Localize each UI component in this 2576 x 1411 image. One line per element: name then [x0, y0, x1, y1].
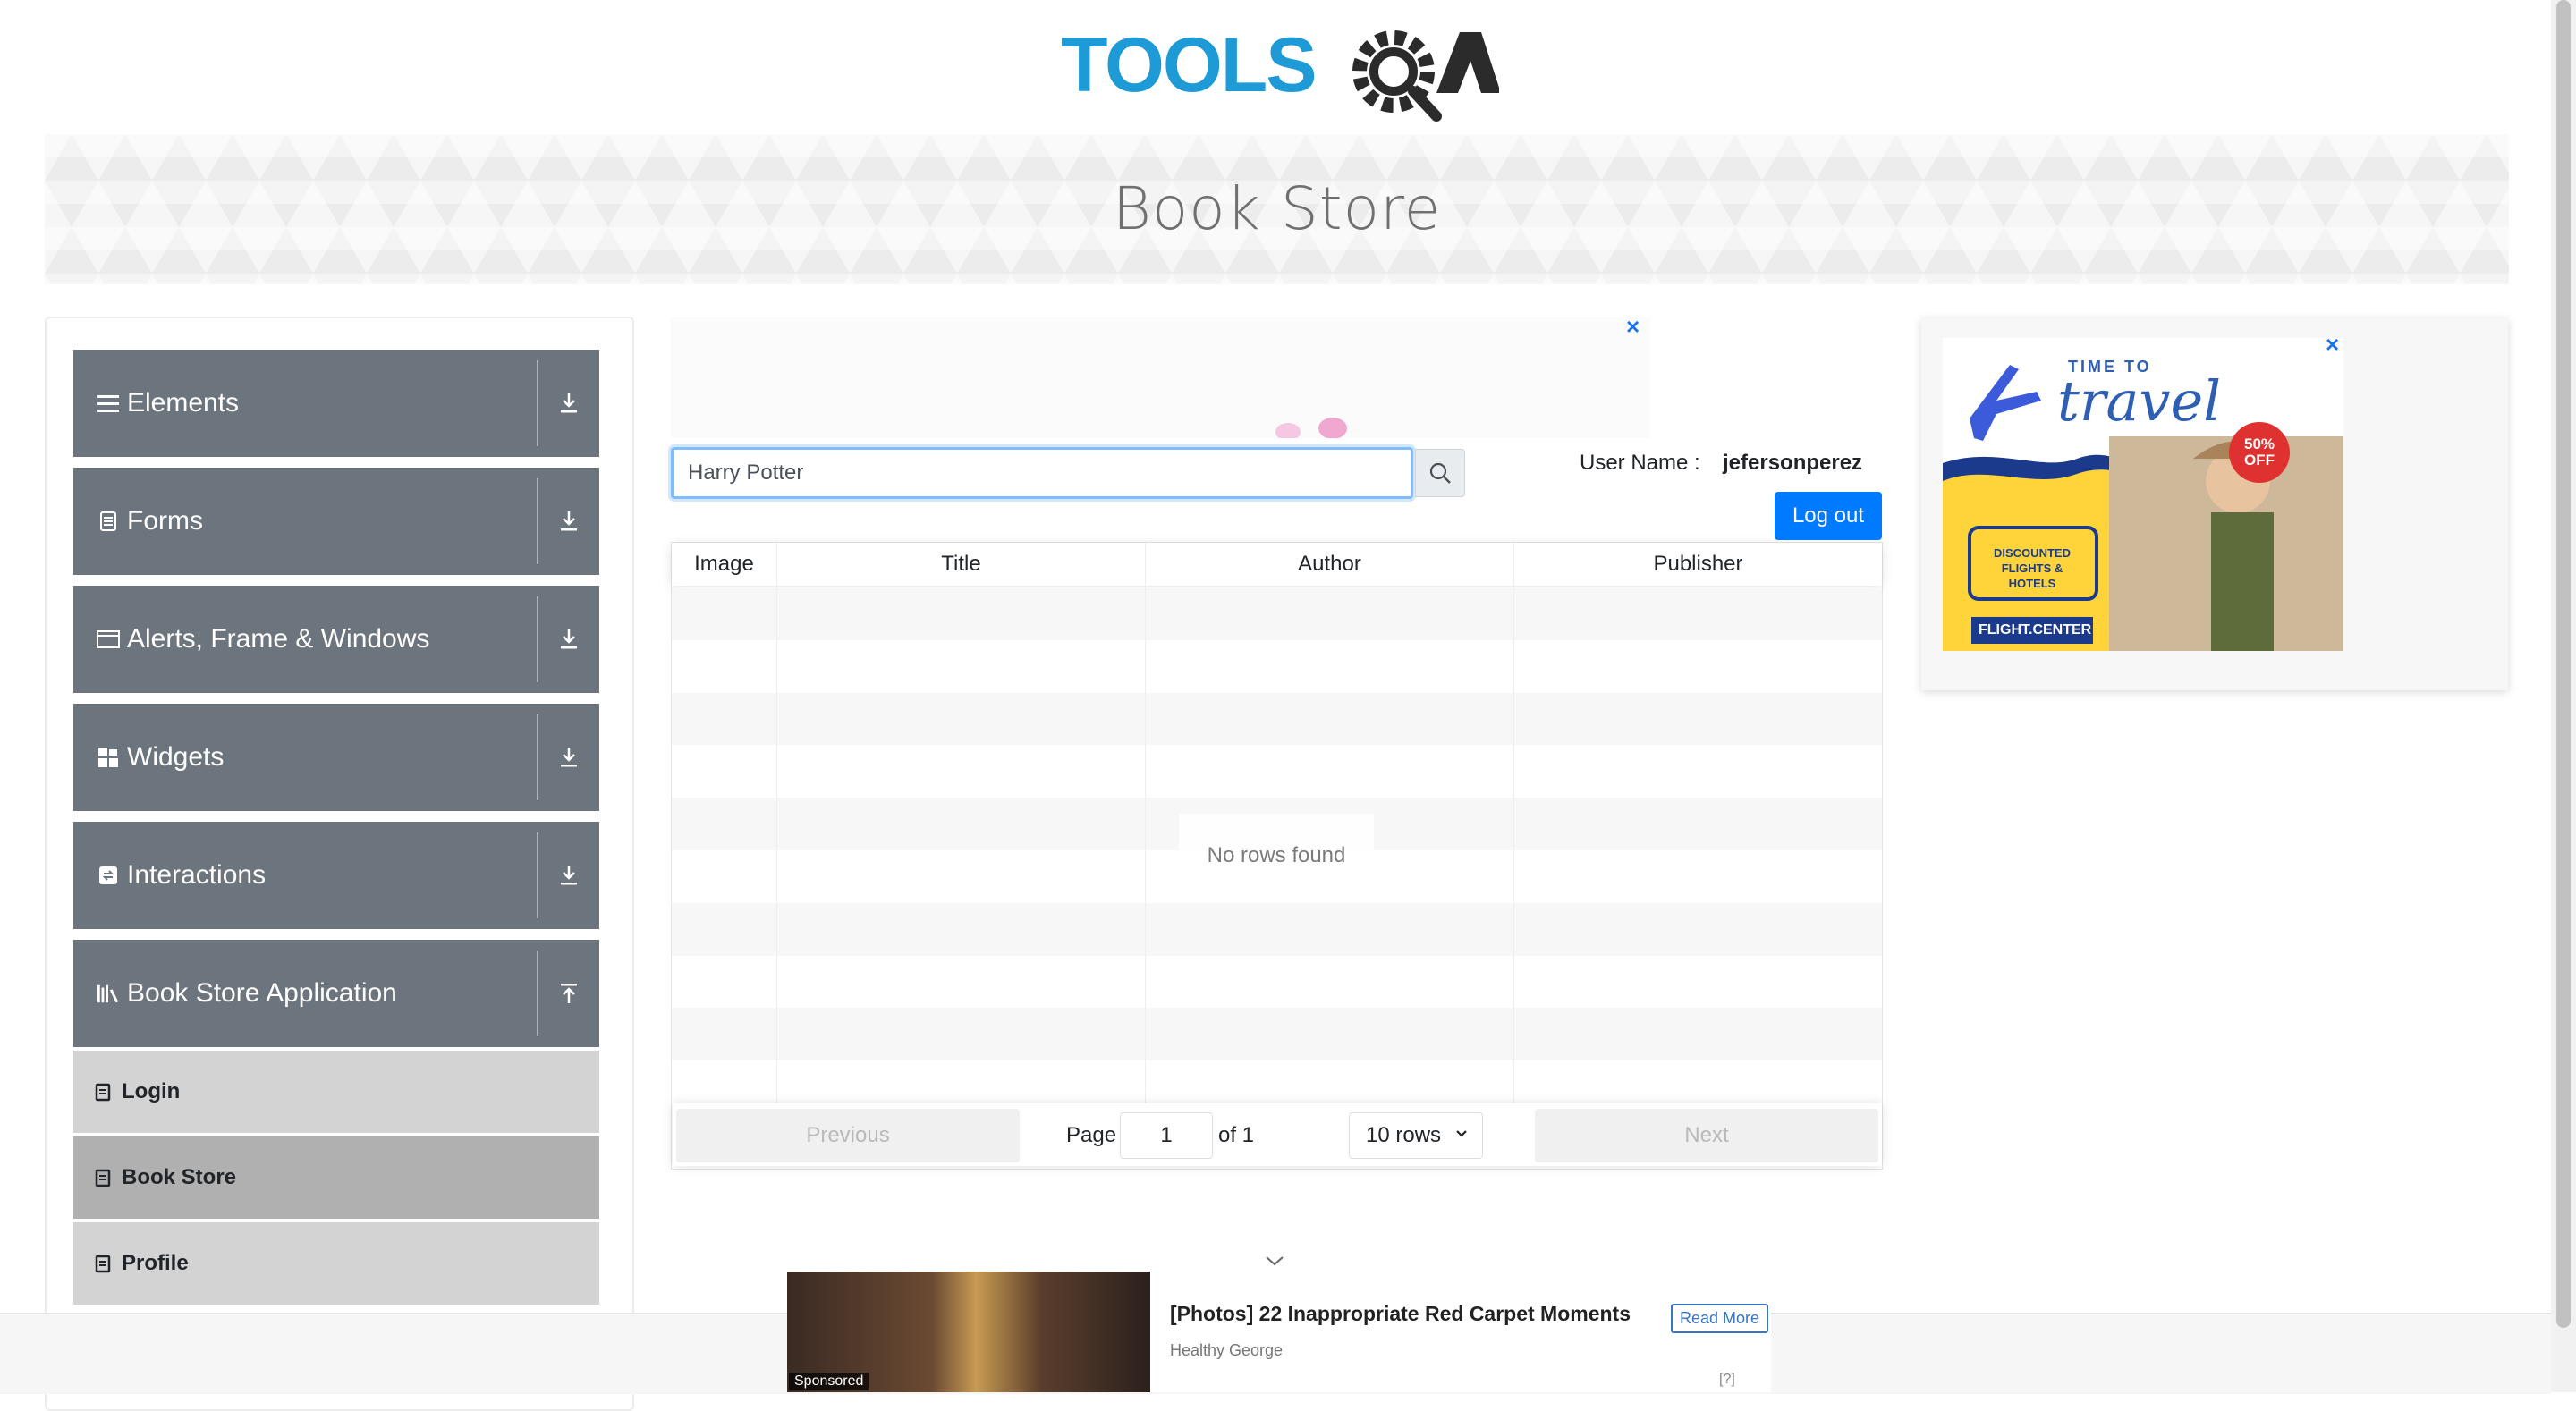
sidebar-group-label: Elements — [127, 388, 240, 418]
ad-tag: DISCOUNTED FLIGHTS & HOTELS — [1994, 546, 2071, 590]
user-name-label: User Name : — [1580, 451, 1700, 475]
column-header-author[interactable]: Author — [1146, 543, 1514, 586]
sidebar-group-elements[interactable]: Elements — [73, 350, 599, 457]
read-more-button[interactable]: Read More — [1671, 1304, 1769, 1333]
window-icon — [97, 628, 120, 651]
sidebar-group-interactions[interactable]: Interactions — [73, 822, 599, 929]
grid-icon — [97, 746, 120, 769]
ad-brand: FLIGHT.CENTER — [1979, 622, 2092, 638]
sidebar-item-label: Profile — [122, 1251, 189, 1275]
pagination-bar: Previous Page of 1 10 rows Next — [673, 1103, 1882, 1166]
table-row — [672, 902, 1882, 956]
sidebar-group-widgets[interactable]: Widgets — [73, 704, 599, 811]
sidebar-group-book-store-application[interactable]: Book Store Application — [73, 940, 599, 1047]
top-ad-banner[interactable] — [671, 317, 1650, 438]
sidebar-item-login[interactable]: Login — [73, 1051, 599, 1133]
clipboard-icon — [95, 1081, 113, 1103]
chevron-down-icon[interactable] — [1263, 1252, 1286, 1270]
sidebar-item-label: Book Store — [122, 1165, 237, 1189]
ad-source: Healthy George — [1170, 1341, 1284, 1359]
sidebar-group-label: Book Store Application — [127, 978, 397, 1008]
download-arrow-icon[interactable] — [538, 586, 599, 693]
interactions-icon — [97, 864, 120, 887]
side-ad-creative[interactable]: TIME TO travel 50% OFF DISCOUNTED FLIGHT… — [1943, 338, 2343, 651]
rows-per-page-value: 10 rows — [1366, 1123, 1442, 1147]
next-button[interactable]: Next — [1535, 1109, 1878, 1162]
search-input[interactable] — [671, 447, 1413, 499]
table-row — [672, 639, 1882, 693]
ad-line-2: travel — [2057, 368, 2222, 434]
scrollbar-thumb[interactable] — [2556, 0, 2571, 1328]
page-title: Book Store — [1112, 174, 1442, 243]
sidebar-item-profile[interactable]: Profile — [73, 1222, 599, 1305]
previous-button[interactable]: Previous — [676, 1109, 1020, 1162]
no-rows-message: No rows found — [1179, 814, 1374, 898]
table-row — [672, 587, 1882, 640]
clipboard-icon — [95, 1167, 113, 1188]
bottom-ad[interactable]: Sponsored [Photos] 22 Inappropriate Red … — [787, 1272, 1771, 1392]
logo-text: TOOLS — [1061, 22, 1316, 108]
sidebar-group-alerts[interactable]: Alerts, Frame & Windows — [73, 586, 599, 693]
vertical-scrollbar[interactable] — [2551, 0, 2576, 1392]
books-icon — [97, 982, 120, 1005]
download-arrow-icon[interactable] — [538, 822, 599, 929]
download-arrow-icon[interactable] — [538, 704, 599, 811]
table-row — [672, 1008, 1882, 1061]
clipboard-icon — [95, 1253, 113, 1274]
logout-button[interactable]: Log out — [1775, 492, 1882, 540]
sidebar-group-label: Forms — [127, 506, 203, 536]
chevron-down-icon — [1456, 1130, 1467, 1137]
sidebar-group-forms[interactable]: Forms — [73, 468, 599, 575]
page-label: Page — [1066, 1123, 1117, 1147]
toolsqa-logo[interactable]: TOOLS — [1061, 20, 1501, 123]
ad-badge: 50% OFF — [2243, 435, 2275, 469]
search-icon — [1429, 462, 1451, 484]
table-row — [672, 692, 1882, 746]
table-row — [672, 745, 1882, 798]
ad-help-link[interactable]: [?] — [1719, 1372, 1735, 1388]
sidebar-group-label: Alerts, Frame & Windows — [127, 624, 430, 654]
sidebar-group-label: Widgets — [127, 742, 225, 772]
column-header-publisher[interactable]: Publisher — [1514, 543, 1882, 586]
close-icon[interactable]: × — [2326, 331, 2339, 359]
menu-icon — [97, 392, 120, 415]
user-name-value: jefersonperez — [1723, 451, 1863, 475]
download-arrow-icon[interactable] — [538, 468, 599, 575]
table-row — [672, 955, 1882, 1009]
column-header-title[interactable]: Title — [777, 543, 1146, 586]
document-icon — [97, 510, 120, 533]
ad-headline[interactable]: [Photos] 22 Inappropriate Red Carpet Mom… — [1170, 1302, 1631, 1326]
close-icon[interactable]: × — [1626, 313, 1640, 341]
search-button[interactable] — [1415, 449, 1465, 497]
side-ad[interactable]: TIME TO travel 50% OFF DISCOUNTED FLIGHT… — [1921, 318, 2508, 690]
ad-graphic — [1275, 418, 1347, 438]
page-banner: Book Store — [45, 134, 2509, 284]
download-arrow-icon[interactable] — [538, 350, 599, 457]
upload-arrow-icon[interactable] — [538, 940, 599, 1047]
gear-icon — [1352, 30, 1442, 122]
total-pages-label: of 1 — [1218, 1123, 1255, 1147]
rows-per-page-select[interactable]: 10 rows — [1349, 1112, 1483, 1159]
sidebar-group-label: Interactions — [127, 860, 267, 890]
table-header: Image Title Author Publisher — [672, 543, 1882, 586]
sidebar-item-book-store[interactable]: Book Store — [73, 1136, 599, 1219]
column-header-image[interactable]: Image — [672, 543, 777, 586]
page-number-input[interactable] — [1120, 1112, 1213, 1159]
sidebar-item-label: Login — [122, 1079, 181, 1103]
sponsored-label: Sponsored — [789, 1373, 869, 1390]
